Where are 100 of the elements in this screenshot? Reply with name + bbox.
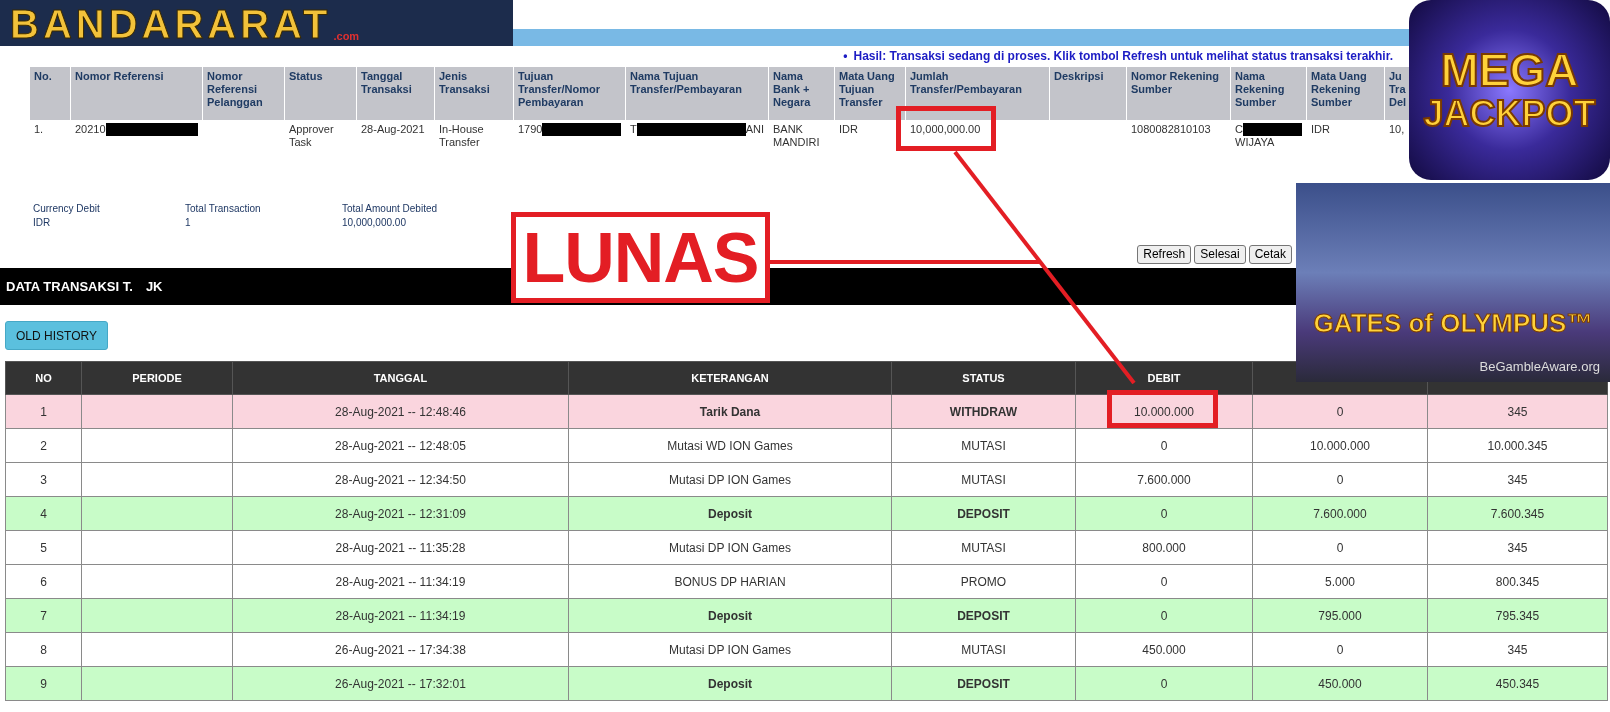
table-cell-text: 0 (1336, 404, 1344, 419)
action-button[interactable]: Cetak (1248, 245, 1292, 264)
column-header: Nomor Referensi Pelanggan (202, 67, 285, 120)
table-cell-text: Tarik Dana (699, 404, 761, 419)
banner-footer: BeGambleAware.org (1479, 356, 1600, 376)
action-button[interactable]: Refresh (1137, 245, 1192, 264)
column-header: Nomor Rekening Sumber (1126, 67, 1231, 120)
column-header: Status (284, 67, 357, 120)
table-cell-text: 1 (40, 404, 47, 419)
action-button[interactable]: Selesai (1194, 245, 1246, 264)
table-cell-text: Approver Task (289, 123, 334, 148)
table-cell-text: 7 (40, 608, 47, 623)
table-cell-text: 800.000 (1142, 540, 1186, 555)
table-cell-text: C (1235, 123, 1243, 136)
table-cell-text: 0 (1160, 676, 1168, 691)
column-header: Nama Rekening Sumber (1230, 67, 1307, 120)
table-cell-text: 0 (1336, 642, 1344, 657)
table-cell-text: Deposit (708, 676, 752, 691)
table-cell-text: 5 (40, 540, 47, 555)
section-title: DATA TRANSAKSI T. (6, 277, 133, 296)
table-cell-text: 20210 (75, 123, 106, 136)
table-cell-text: 8 (40, 642, 47, 657)
table-cell-text: 26-Aug-2021 -- 17:32:01 (335, 676, 466, 691)
table-cell-text: 800.345 (1495, 574, 1540, 589)
table-cell-text: 28-Aug-2021 -- 12:31:09 (335, 506, 466, 521)
table-cell-text: 345 (1507, 642, 1528, 657)
summary-label: Total Amount Debited (342, 202, 439, 216)
column-header: Nama Bank + Negara (768, 67, 835, 120)
table-cell-text: 1080082810103 (1131, 123, 1211, 135)
table-cell-text: 450.000 (1142, 642, 1186, 657)
result-notice: Hasil: Transaksi sedang di proses. Klik tombol Refresh untuk melihat status transaksi terakhir. (853, 48, 1393, 65)
table-cell-text: MUTASI (961, 642, 1006, 657)
table-cell-text: 7.600.345 (1490, 506, 1545, 521)
table-cell-text: PROMO (960, 574, 1007, 589)
logo-text: BANDARARAT (10, 3, 332, 45)
column-header: Jumlah Transfer/Pembayaran (905, 67, 1050, 120)
table-cell-text: IDR (1311, 123, 1330, 135)
column-header: STATUS (891, 361, 1076, 395)
table-cell-text: 345 (1507, 472, 1528, 487)
table-cell-text: Deposit (708, 608, 752, 623)
table-cell-text: 0 (1160, 608, 1168, 623)
column-header: KETERANGAN (568, 361, 892, 395)
table-cell-text: 28-Aug-2021 -- 12:48:05 (335, 438, 466, 453)
table-cell-text: MUTASI (961, 540, 1006, 555)
summary-value: IDR (33, 216, 52, 230)
table-cell-text: DEPOSIT (957, 608, 1010, 623)
table-cell-text: WITHDRAW (949, 404, 1018, 419)
table-cell-text: 795.000 (1318, 608, 1362, 623)
table-cell-text: 28-Aug-2021 -- 11:35:28 (335, 540, 466, 555)
column-header: Tanggal Transaksi (356, 67, 435, 120)
table-cell-text: 7.600.000 (1137, 472, 1191, 487)
banner-title: GATES of OLYMPUS™ (1313, 306, 1593, 340)
table-cell-text: 3 (40, 472, 47, 487)
table-cell-text: Mutasi DP ION Games (669, 642, 791, 657)
table-cell-text: Mutasi DP ION Games (669, 540, 791, 555)
table-cell-text: 0 (1160, 438, 1168, 453)
table-cell-text: 28-Aug-2021 -- 12:48:46 (335, 404, 466, 419)
logo-suffix: .com (333, 28, 360, 44)
table-cell-text: 2 (40, 438, 47, 453)
column-header: NO (5, 361, 82, 395)
bullet: • (843, 48, 848, 65)
table-cell-text: DEPOSIT (957, 506, 1010, 521)
table-cell-text: BANK MANDIRI (773, 123, 820, 148)
table-cell-text: ANI (745, 123, 764, 136)
column-header: Ju Tra Del (1384, 67, 1411, 120)
table-cell-text: 0 (1160, 506, 1168, 521)
section-title-suffix: JK (145, 277, 163, 296)
column-header: Jenis Transaksi (434, 67, 514, 120)
table-cell-text: 1790 (518, 123, 543, 136)
table-cell-text: 10.000.000 (1133, 404, 1195, 419)
table-cell-text: MUTASI (961, 438, 1006, 453)
table-cell-text: 795.345 (1495, 608, 1540, 623)
column-header: Nama Tujuan Transfer/Pembayaran (625, 67, 769, 120)
table-cell-text: 28-Aug-2021 (361, 123, 425, 135)
table-cell-text: 0 (1336, 540, 1344, 555)
table-cell-text: 1. (34, 123, 44, 135)
table-cell-text: 0 (1160, 574, 1168, 589)
column-header: Deskripsi (1049, 67, 1127, 120)
summary-value: 10,000,000.00 (342, 216, 407, 230)
table-cell-text: Mutasi WD ION Games (667, 438, 793, 453)
table-cell-text: In-House Transfer (439, 123, 484, 148)
table-cell-text: WIJAYA (1235, 136, 1276, 149)
table-cell-text: 4 (40, 506, 47, 521)
old-history-button[interactable]: OLD HISTORY (5, 321, 108, 350)
column-header: TANGGAL (232, 361, 569, 395)
badge-title: MEGA (1440, 46, 1579, 94)
column-header: Mata Uang Rekening Sumber (1306, 67, 1385, 120)
badge-title: JACKPOT (1423, 94, 1596, 134)
column-header: No. (29, 67, 71, 120)
table-cell-text: 5.000 (1325, 574, 1355, 589)
column-header: PERIODE (81, 361, 233, 395)
table-cell-text: 10.000.345 (1487, 438, 1548, 453)
table-cell-text: MUTASI (961, 472, 1006, 487)
stamp-text: LUNAS (522, 222, 759, 293)
table-cell-text: 28-Aug-2021 -- 12:34:50 (335, 472, 466, 487)
column-header: Tujuan Transfer/Nomor Pembayaran (513, 67, 626, 120)
table-cell-text: 10,000,000.00 (910, 123, 981, 135)
table-cell-text: Deposit (708, 506, 752, 521)
table-cell-text: 28-Aug-2021 -- 11:34:19 (335, 608, 466, 623)
summary-value: 1 (185, 216, 192, 230)
